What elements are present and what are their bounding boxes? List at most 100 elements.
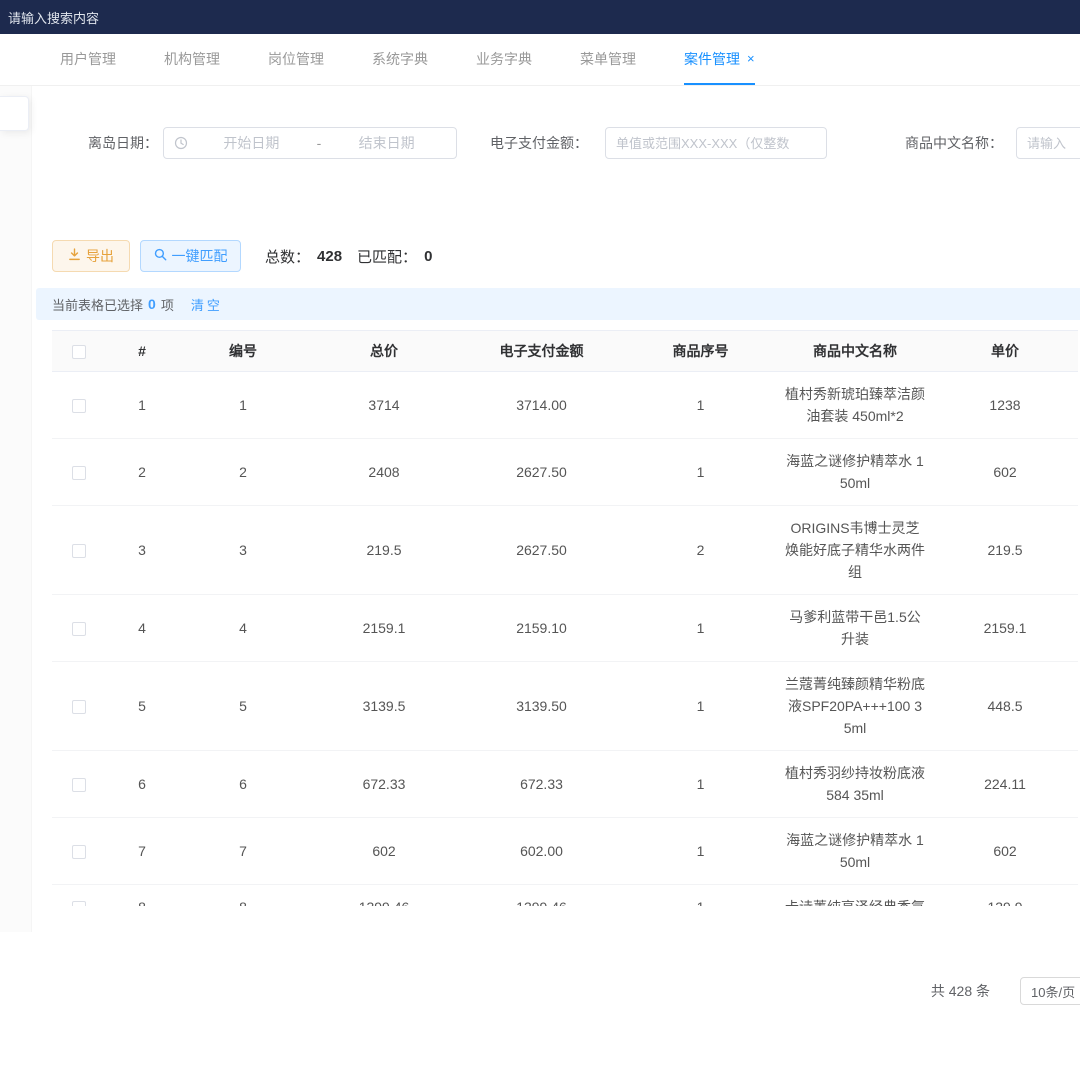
- tab[interactable]: 机构管理: [164, 34, 220, 85]
- column-header: 商品序号: [623, 331, 778, 372]
- row-select-cell: [52, 818, 106, 885]
- tab[interactable]: 案件管理 ×: [684, 34, 755, 85]
- select-all-cell: [52, 331, 106, 372]
- cell-product-name: ORIGINS韦博士灵芝焕能好底子精华水两件组: [785, 517, 926, 583]
- cell-code: 3: [178, 506, 308, 595]
- end-date-input[interactable]: [327, 135, 446, 151]
- cell-total-price: 602: [308, 818, 460, 885]
- cell-serial: 1: [623, 818, 778, 885]
- tab[interactable]: 菜单管理: [580, 34, 636, 85]
- left-panel-strip: [0, 86, 32, 932]
- tab[interactable]: 岗位管理: [268, 34, 324, 85]
- export-button-label: 导出: [86, 246, 114, 266]
- row-select-cell: [52, 662, 106, 751]
- tab[interactable]: 系统字典: [372, 34, 428, 85]
- cell-unit-price: 219.5: [932, 506, 1078, 595]
- table-row: 5 5 3139.5 3139.50 1 兰蔻菁纯臻颜精华粉底液SPF20PA+…: [52, 662, 1078, 751]
- date-range-separator: -: [311, 135, 328, 151]
- download-icon: [68, 248, 81, 264]
- table-row: 6 6 672.33 672.33 1 植村秀羽纱持妆粉底液 584 35ml …: [52, 751, 1078, 818]
- total-label: 总数：: [265, 246, 310, 267]
- cell-product-name: 马爹利蓝带干邑1.5公升装: [785, 606, 926, 650]
- tab-close-icon[interactable]: ×: [747, 52, 755, 65]
- cell-serial: 1: [623, 751, 778, 818]
- row-checkbox[interactable]: [72, 700, 86, 714]
- cell-index: 7: [106, 818, 178, 885]
- panel-toggle[interactable]: [0, 96, 29, 131]
- tab[interactable]: 用户管理: [60, 34, 116, 85]
- cell-product-name: 卡诗菁纯亮泽经典香氛: [785, 896, 926, 906]
- selection-bar: 当前表格已选择 0 项 清空: [36, 288, 1080, 320]
- start-date-input[interactable]: [192, 135, 311, 151]
- cell-product-name: 植村秀新琥珀臻萃洁颜油套装 450ml*2: [785, 383, 926, 427]
- product-filter-label: 商品中文名称：: [905, 127, 1003, 159]
- cell-index: 8: [106, 885, 178, 907]
- payment-amount-input[interactable]: [605, 127, 827, 159]
- cell-index: 4: [106, 595, 178, 662]
- cell-product-name-wrap: 植村秀新琥珀臻萃洁颜油套装 450ml*2: [778, 372, 932, 439]
- column-header: 商品中文名称: [778, 331, 932, 372]
- column-header: #: [106, 331, 178, 372]
- cell-code: 8: [178, 885, 308, 907]
- payment-filter-label: 电子支付金额：: [490, 127, 588, 159]
- cell-epay-amount: 1399.46: [460, 885, 623, 907]
- cell-epay-amount: 2627.50: [460, 439, 623, 506]
- total-value: 428: [317, 248, 342, 265]
- cell-index: 5: [106, 662, 178, 751]
- column-header: 总价: [308, 331, 460, 372]
- row-select-cell: [52, 885, 106, 907]
- cell-index: 2: [106, 439, 178, 506]
- tab-label: 业务字典: [476, 49, 532, 69]
- row-checkbox[interactable]: [72, 845, 86, 859]
- page-size-select[interactable]: 10条/页: [1020, 977, 1080, 1005]
- top-navbar: 请输入搜索内容: [0, 0, 1080, 34]
- search-icon: [154, 248, 167, 264]
- cell-unit-price: 602: [932, 818, 1078, 885]
- cell-serial: 1: [623, 439, 778, 506]
- row-select-cell: [52, 439, 106, 506]
- cell-product-name-wrap: ORIGINS韦博士灵芝焕能好底子精华水两件组: [778, 506, 932, 595]
- cell-code: 4: [178, 595, 308, 662]
- row-checkbox[interactable]: [72, 399, 86, 413]
- cell-unit-price: 1238: [932, 372, 1078, 439]
- one-click-match-button[interactable]: 一键匹配: [140, 240, 241, 272]
- column-header: 编号: [178, 331, 308, 372]
- cell-product-name-wrap: 植村秀羽纱持妆粉底液 584 35ml: [778, 751, 932, 818]
- select-all-checkbox[interactable]: [72, 345, 86, 359]
- tab[interactable]: 业务字典: [476, 34, 532, 85]
- cell-product-name: 海蓝之谜修护精萃水 150ml: [785, 829, 926, 873]
- cell-index: 3: [106, 506, 178, 595]
- cell-index: 6: [106, 751, 178, 818]
- clear-selection-link[interactable]: 清空: [191, 295, 223, 314]
- row-select-cell: [52, 751, 106, 818]
- cell-unit-price: 2159.1: [932, 595, 1078, 662]
- cell-unit-price: 139.9: [932, 885, 1078, 907]
- row-checkbox[interactable]: [72, 622, 86, 636]
- date-range-picker[interactable]: -: [163, 127, 457, 159]
- cell-epay-amount: 3139.50: [460, 662, 623, 751]
- cell-product-name-wrap: 兰蔻菁纯臻颜精华粉底液SPF20PA+++100 35ml: [778, 662, 932, 751]
- cell-total-price: 3714: [308, 372, 460, 439]
- tab-label: 机构管理: [164, 49, 220, 69]
- tab-label: 菜单管理: [580, 49, 636, 69]
- product-name-input[interactable]: [1016, 127, 1080, 159]
- clock-icon: [174, 136, 188, 150]
- matched-label: 已匹配：: [357, 246, 417, 267]
- row-select-cell: [52, 595, 106, 662]
- cell-epay-amount: 602.00: [460, 818, 623, 885]
- tab-label: 系统字典: [372, 49, 428, 69]
- cell-product-name: 兰蔻菁纯臻颜精华粉底液SPF20PA+++100 35ml: [785, 673, 926, 739]
- cell-total-price: 3139.5: [308, 662, 460, 751]
- row-checkbox[interactable]: [72, 901, 86, 906]
- global-search-input[interactable]: 请输入搜索内容: [8, 8, 99, 27]
- row-checkbox[interactable]: [72, 544, 86, 558]
- row-select-cell: [52, 372, 106, 439]
- export-button[interactable]: 导出: [52, 240, 130, 272]
- match-button-label: 一键匹配: [172, 246, 228, 266]
- row-checkbox[interactable]: [72, 778, 86, 792]
- row-checkbox[interactable]: [72, 466, 86, 480]
- cell-total-price: 2408: [308, 439, 460, 506]
- table-row: 4 4 2159.1 2159.10 1 马爹利蓝带干邑1.5公升装 2159.…: [52, 595, 1078, 662]
- cell-code: 7: [178, 818, 308, 885]
- column-header: 单价: [932, 331, 1078, 372]
